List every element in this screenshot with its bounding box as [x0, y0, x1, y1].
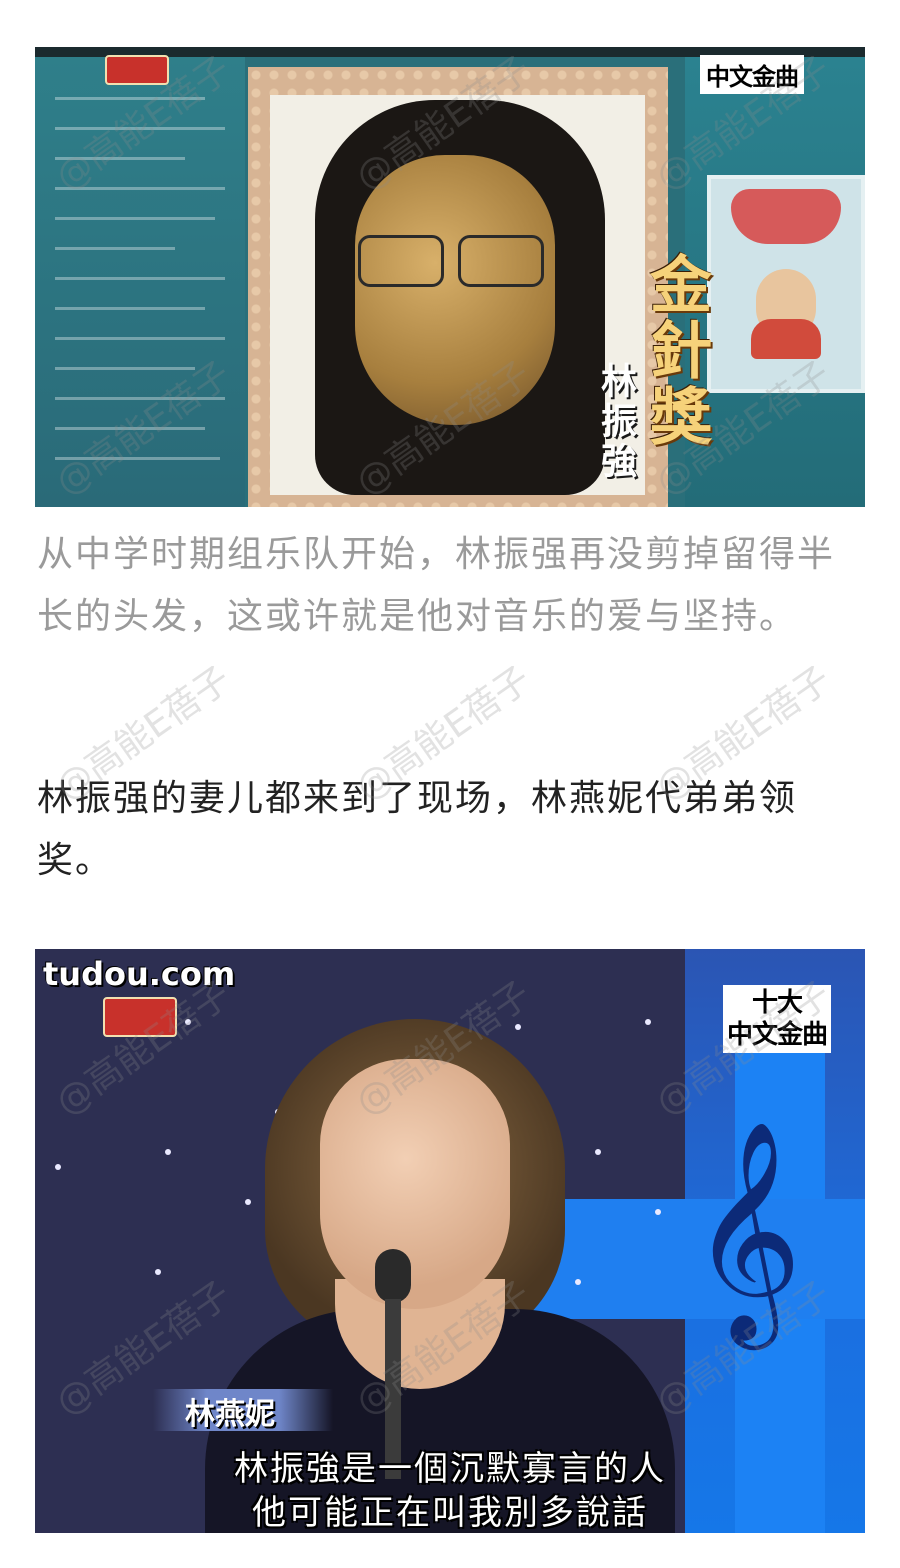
treble-clef-icon: 𝄞: [690, 1119, 803, 1340]
recipient-name: 林振強: [595, 362, 637, 482]
image-caption: 从中学时期组乐队开始，林振强再没剪掉留得半长的头发，这或许就是他对音乐的爱与坚持…: [37, 534, 836, 637]
subtitle-line-2: 他可能正在叫我別多說話: [252, 1493, 648, 1533]
badge-line-2: 中文金曲: [727, 1020, 828, 1050]
channel-badge: 中文金曲: [700, 55, 804, 94]
left-panel: [35, 57, 245, 507]
badge-line-1: 十大: [752, 988, 803, 1018]
cartoon-card: [707, 175, 865, 393]
subtitle-line-1: 林振強是一個沉默寡言的人: [234, 1449, 666, 1489]
speaker-face: [320, 1059, 510, 1309]
channel-badge: 十大 中文金曲: [723, 985, 832, 1053]
portrait: [270, 95, 645, 495]
award-photo: 中文金曲 金針獎 林振強: [35, 47, 865, 507]
award-title: 金針獎: [639, 252, 712, 450]
station-logo: [103, 997, 177, 1037]
speech-photo: 𝄞 tudou.com 十大 中文金曲 林燕妮 林振強是一個沉默寡言的人 他可能…: [35, 949, 865, 1533]
speaker-tag: 林燕妮: [185, 1397, 275, 1432]
station-logo: [105, 55, 169, 85]
site-watermark: tudou.com: [43, 955, 236, 993]
body-paragraph: 林振强的妻儿都来到了现场，林燕妮代弟弟领奖。: [37, 778, 798, 881]
microphone-icon: [375, 1249, 411, 1303]
